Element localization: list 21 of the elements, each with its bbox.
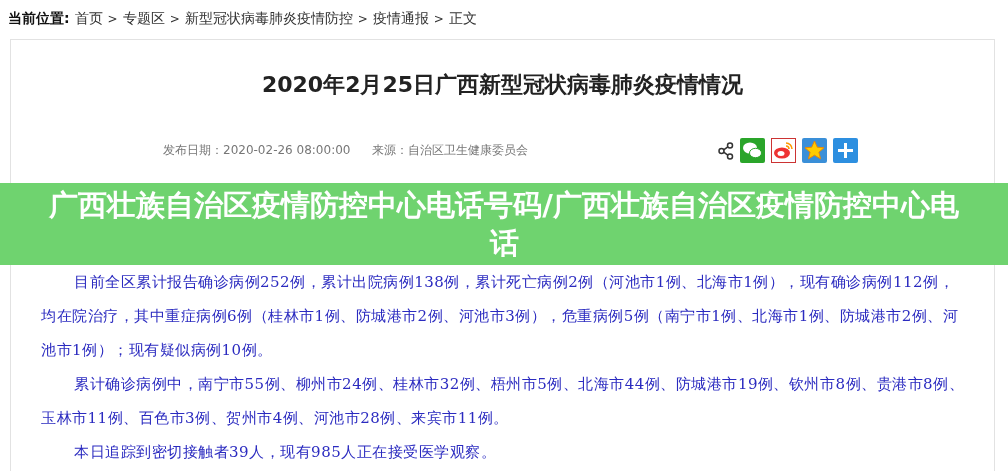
publish-date: 发布日期：2020-02-26 08:00:00 — [163, 142, 351, 159]
article-paragraph: 本日追踪到密切接触者39人，现有985人正在接受医学观察。 — [73, 442, 498, 463]
breadcrumb-separator: > — [433, 12, 444, 26]
breadcrumb-link[interactable]: 新型冠状病毒肺炎疫情防控 — [184, 10, 353, 28]
plus-icon[interactable] — [833, 138, 858, 163]
article-paragraph: 累计确诊病例中，南宁市55例、柳州市24例、桂林市32例、梧州市5例、北海市44例、防城港市19例、钦州市8例、贵港市8例、玉林市11例、百色市3例、贺州市4例、河池市28例、来宾市11例。 — [41, 374, 966, 429]
chat-bubbles-icon[interactable] — [740, 138, 765, 163]
breadcrumb-separator: > — [107, 12, 118, 26]
breadcrumb-link[interactable]: 疫情通报 — [372, 10, 429, 28]
breadcrumb-label: 当前位置: — [8, 10, 70, 28]
breadcrumb-separator: > — [357, 12, 368, 26]
breadcrumb-separator: > — [169, 12, 180, 26]
breadcrumb-link[interactable]: 专题区 — [122, 10, 165, 28]
banner-title: 广西壮族自治区疫情防控中心电话号码/广西壮族自治区疫情防控中心电话 — [48, 187, 960, 262]
breadcrumb-link[interactable]: 首页 — [74, 10, 103, 28]
star-icon[interactable] — [802, 138, 827, 163]
article-source: 来源：自治区卫生健康委员会 — [372, 142, 529, 159]
article-paragraph: 目前全区累计报告确诊病例252例，累计出院病例138例，累计死亡病例2例（河池市1例、北海市1例），现有确诊病例112例，均在院治疗，其中重症病例6例（桂林市1例、防城港市2例、河池市3例），危重病例5例（南宁市1例、北海市1例、防城港市2例、河池市1例）；现有疑似病例10例。 — [41, 272, 960, 361]
article-title: 2020年2月25日广西新型冠状病毒肺炎疫情情况 — [260, 71, 745, 99]
breadcrumb-link[interactable]: 正文 — [448, 10, 477, 28]
share-icon[interactable] — [718, 141, 734, 160]
